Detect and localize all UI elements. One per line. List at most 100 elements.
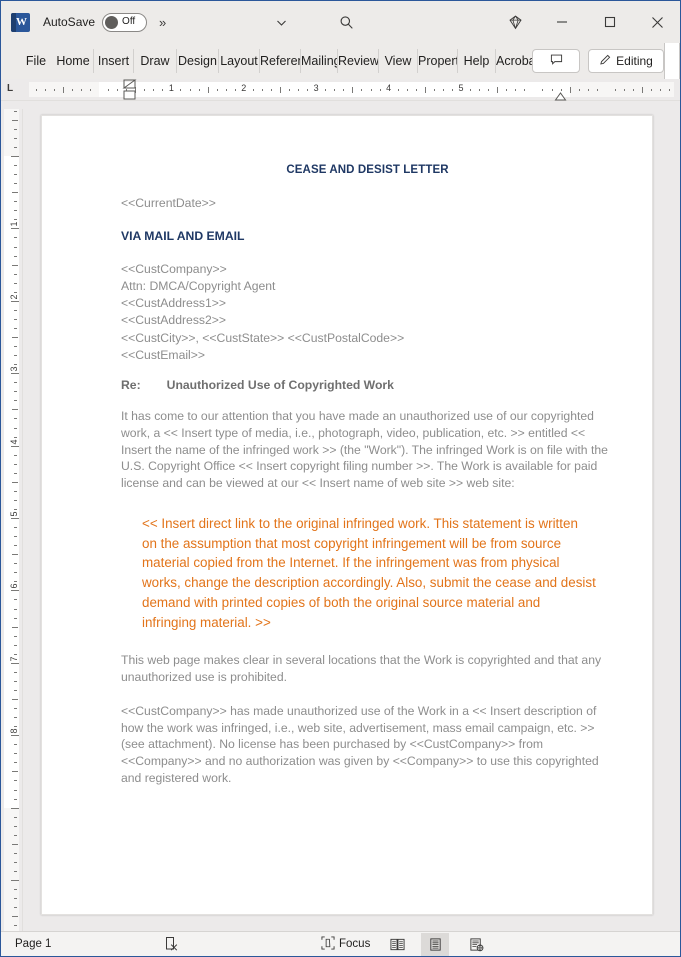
autosave-toggle-knob (105, 15, 119, 29)
minimize-icon[interactable] (539, 1, 584, 43)
ruler-tick (614, 89, 616, 91)
address-line: <<CustAddress1>> (121, 296, 227, 311)
tab-home[interactable]: Home (53, 49, 94, 73)
vertical-ruler-track[interactable]: 1 2 3 4 5 6 7 8 (4, 109, 19, 936)
autosave-label: AutoSave (43, 15, 96, 29)
document-page[interactable]: CEASE AND DESIST LETTER <<CurrentDate>> … (41, 115, 653, 915)
vruler-tick (13, 490, 17, 492)
print-layout-icon[interactable] (421, 932, 449, 956)
vruler-tick (13, 861, 17, 863)
ruler-tick (406, 89, 408, 91)
ruler-tick (569, 87, 571, 93)
editing-mode-button[interactable]: Editing (588, 49, 664, 73)
vruler-tick (12, 192, 18, 194)
vruler-tick (13, 825, 17, 827)
tab-acrobat[interactable]: Acrobat (496, 49, 534, 73)
page-number-status[interactable]: Page 1 (10, 932, 56, 957)
maximize-icon[interactable] (587, 1, 632, 43)
vruler-tick (13, 671, 17, 673)
vruler-tick (13, 726, 17, 728)
tab-design[interactable]: Design (177, 49, 219, 73)
vruler-number: 7 (9, 656, 19, 662)
vruler-number: 8 (9, 728, 19, 734)
vruler-tick (13, 870, 17, 872)
tab-layout[interactable]: Layout (219, 49, 260, 73)
tab-properties[interactable]: Properties (418, 49, 458, 73)
tab-stop-selector[interactable]: L (7, 83, 13, 94)
hourglass-indent-marker[interactable] (121, 79, 138, 106)
vruler-tick (13, 418, 17, 420)
ruler-tick (542, 89, 544, 91)
vruler-tick (13, 454, 17, 456)
vruler-tick (13, 898, 17, 900)
horizontal-ruler[interactable]: L 1 2 3 4 5 (1, 79, 680, 101)
tab-review[interactable]: Review (338, 49, 379, 73)
vruler-tick (13, 273, 17, 275)
word-window: W AutoSave Off » File Home Insert Draw D… (0, 0, 681, 957)
document-canvas[interactable]: CEASE AND DESIST LETTER <<CurrentDate>> … (24, 109, 680, 931)
vruler-tick (11, 590, 19, 592)
ruler-tick (506, 89, 508, 91)
tab-references[interactable]: References (260, 49, 301, 73)
vertical-ruler[interactable]: 1 2 3 4 5 6 7 8 (1, 109, 23, 936)
vruler-tick (11, 373, 19, 375)
tab-help[interactable]: Help (458, 49, 496, 73)
address-line: <<CustAddress2>> (121, 313, 227, 328)
proofing-errors-icon[interactable] (159, 932, 185, 957)
vruler-tick (13, 472, 17, 474)
ruler-tick (623, 89, 625, 91)
vruler-number: 5 (9, 511, 19, 517)
address-line: <<CustCity>>, <<CustState>> <<CustPostal… (121, 330, 405, 345)
ruler-tick (415, 89, 417, 91)
comments-button[interactable] (532, 49, 580, 73)
vruler-tick (13, 762, 17, 764)
ruler-number: 1 (168, 83, 174, 93)
right-indent-marker[interactable] (554, 88, 567, 106)
ruler-tick (153, 89, 155, 91)
autosave-toggle[interactable]: Off (102, 12, 148, 32)
vruler-tick (11, 300, 19, 302)
vruler-tick (11, 880, 19, 881)
vruler-tick (13, 708, 17, 710)
read-mode-icon[interactable] (383, 933, 411, 956)
more-quick-access-commands[interactable]: » (159, 15, 166, 30)
tab-mailings[interactable]: Mailings (301, 49, 338, 73)
ruler-tick (361, 89, 363, 91)
vruler-tick (13, 165, 17, 167)
vruler-number: 2 (9, 294, 19, 300)
ruler-tick (524, 89, 526, 91)
vruler-tick (13, 798, 17, 800)
ruler-tick (117, 89, 119, 91)
vruler-tick (13, 852, 17, 854)
ruler-tick (298, 89, 300, 91)
tab-insert[interactable]: Insert (94, 49, 134, 73)
ruler-tick (497, 87, 499, 93)
search-icon[interactable] (331, 1, 361, 43)
ruler-tick (379, 89, 381, 91)
pencil-icon (599, 53, 612, 69)
ruler-number: 4 (386, 83, 392, 93)
ruler-tick (71, 89, 73, 91)
diamond-icon[interactable] (500, 1, 530, 43)
vruler-number: 6 (9, 583, 19, 589)
paragraph-2: This web page makes clear in several loc… (121, 653, 602, 685)
vruler-tick (13, 545, 17, 547)
vruler-tick (13, 508, 17, 510)
web-layout-icon[interactable] (462, 933, 490, 956)
vruler-tick (12, 337, 18, 338)
vruler-tick (13, 753, 17, 755)
tab-draw[interactable]: Draw (134, 49, 177, 73)
tab-view[interactable]: View (379, 49, 418, 73)
ruler-tick (551, 89, 553, 91)
close-icon[interactable] (635, 1, 680, 43)
vruler-tick (13, 291, 17, 293)
chevron-down-icon[interactable] (266, 1, 296, 43)
chevron-right-icon[interactable]: chevron-right-icon (664, 43, 680, 79)
ruler-tick (470, 89, 472, 91)
ruler-tick (669, 89, 671, 91)
vruler-tick (13, 183, 17, 185)
vruler-tick (12, 409, 18, 411)
focus-mode-button[interactable]: Focus (316, 932, 375, 957)
tab-file[interactable]: File (19, 49, 53, 73)
paragraph-1: It has come to our attention that you ha… (121, 409, 608, 491)
